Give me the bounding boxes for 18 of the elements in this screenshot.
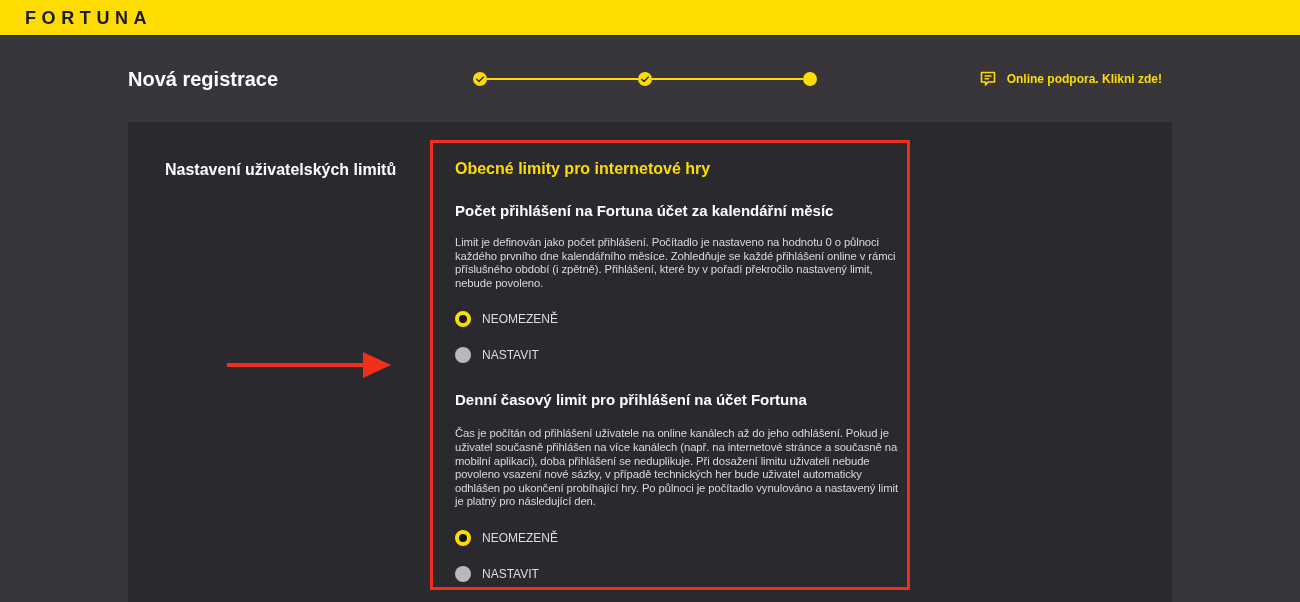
radio-button[interactable] <box>455 347 471 364</box>
chat-icon <box>979 71 996 87</box>
option-label[interactable]: NEOMEZENĚ <box>482 530 558 545</box>
limit-description: Čas je počítán od přihlášení uživatele na online kanálech až do jeho odhlášení. Pokud je uživatel současně přihlášen na více kanálech (např. na internetové stránce a současně na mobilní aplikaci), doba přihlášení se neduplikuje. Při dosažení limitu uživateli nebude povoleno vsazení nové sázky, v případě technických her bude uživatel automaticky odhlášen po ukončení probíhající hry. Po půlnoci je počítadlo vynulováno a nastavený limit je platný pro následující den. <box>455 427 899 509</box>
option-label[interactable]: NEOMEZENĚ <box>482 312 558 327</box>
section-label: Nastavení uživatelských limitů <box>165 160 398 180</box>
group-heading: Obecné limity pro internetové hry <box>455 159 712 179</box>
option-label[interactable]: NASTAVIT <box>482 348 539 363</box>
radio-button[interactable] <box>455 311 471 328</box>
radio-button[interactable] <box>455 565 471 582</box>
limit-title: Denní časový limit pro přihlášení na účet Fortuna <box>455 390 808 411</box>
logo[interactable]: FORTUNA <box>25 7 153 28</box>
option-label[interactable]: NASTAVIT <box>482 566 539 581</box>
limit-description: Limit je definován jako počet přihlášení. Počítadlo je nastaveno na hodnotu 0 o půlnoci každého prvního dne kalendářního měsíce. Zohledňuje se každé přihlášení online v rámci příslušného období (i zpětně). Přihlášení, které by v pořadí překročilo nastavený limit, nebude povoleno. <box>455 236 897 291</box>
page-title: Nová registrace <box>128 67 280 91</box>
support-link[interactable]: Online podpora. Klikni zde! <box>979 71 1162 87</box>
limit-title: Počet přihlášení na Fortuna účet za kalendářní měsíc <box>455 201 835 221</box>
radio-button[interactable] <box>455 529 471 546</box>
